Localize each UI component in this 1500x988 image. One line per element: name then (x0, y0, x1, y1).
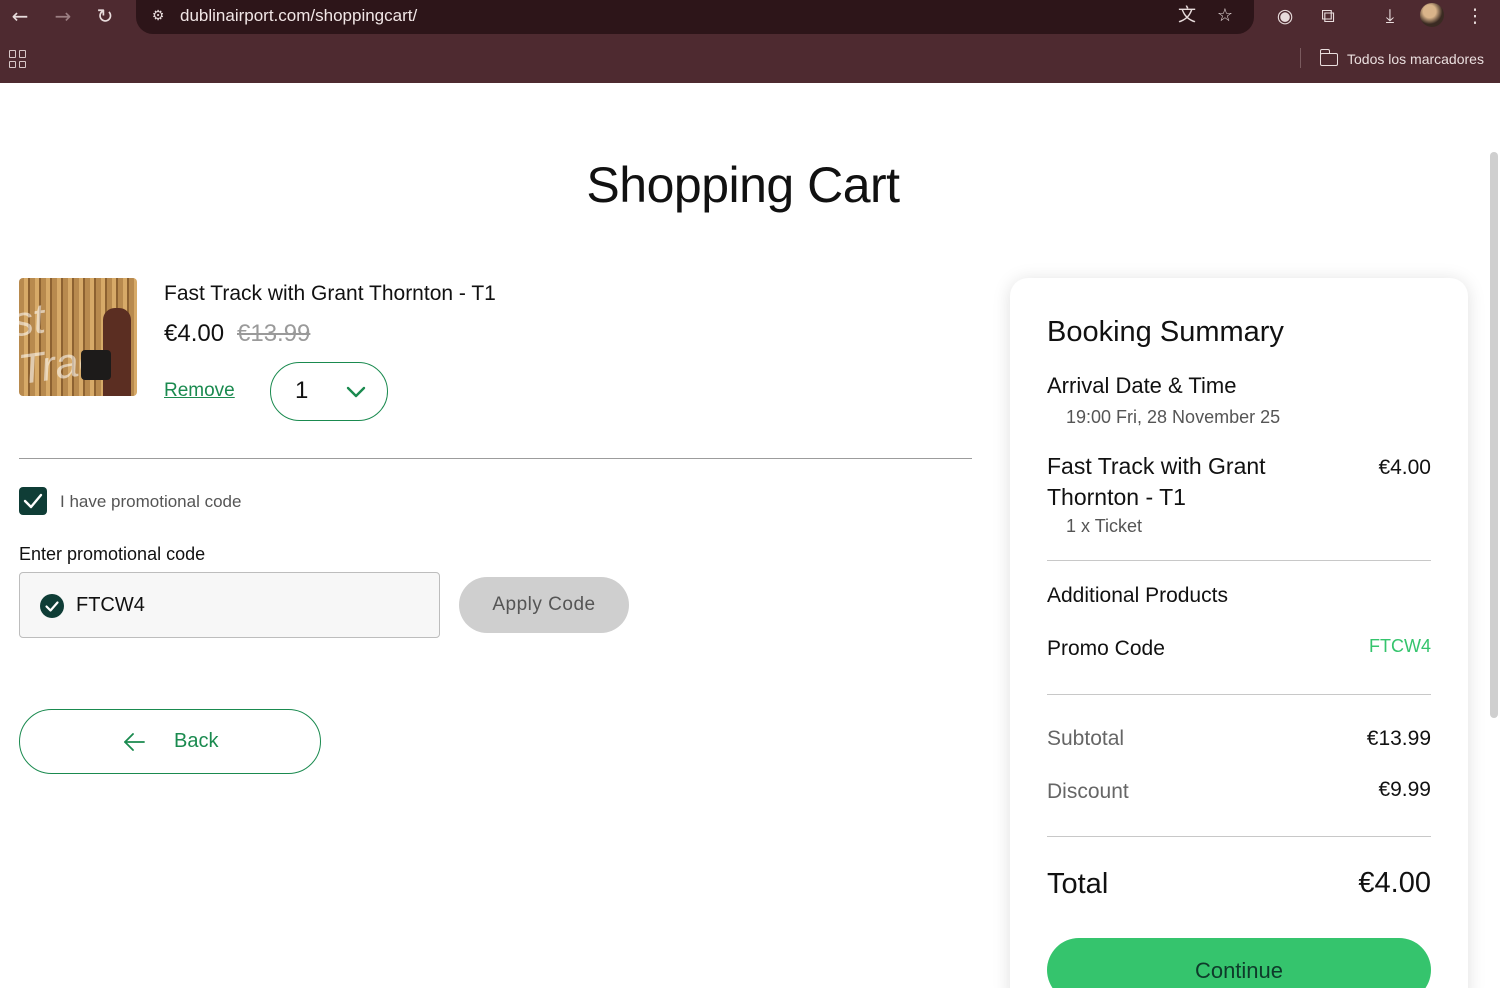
menu-icon[interactable]: ⋮ (1463, 4, 1487, 28)
apps-icon[interactable] (9, 50, 27, 68)
back-button[interactable]: Back (19, 709, 321, 774)
cart-divider (19, 458, 972, 459)
summary-title: Booking Summary (1047, 316, 1284, 348)
summary-divider (1047, 836, 1431, 837)
folder-icon (1319, 48, 1338, 66)
continue-button[interactable]: Continue (1047, 938, 1431, 988)
arrival-label: Arrival Date & Time (1047, 373, 1237, 398)
puzzle-icon[interactable]: ⧉ (1316, 4, 1340, 28)
avatar[interactable] (1420, 3, 1444, 27)
summary-item-name: Fast Track with Grant Thornton - T1 (1047, 453, 1266, 510)
star-icon[interactable]: ☆ (1214, 5, 1236, 27)
reload-icon[interactable]: ↻ (93, 4, 117, 28)
checkmark-icon (23, 493, 43, 509)
summary-item-qty: 1 x Ticket (1066, 516, 1143, 536)
bookmarks-divider (1300, 48, 1301, 68)
additional-products-label: Additional Products (1047, 584, 1228, 607)
subtotal-label: Subtotal (1047, 727, 1125, 750)
product-name: Fast Track with Grant Thornton - T1 (164, 282, 496, 305)
forward-icon[interactable]: → (51, 4, 75, 28)
total-label: Total (1047, 868, 1109, 900)
all-bookmarks[interactable]: Todos los marcadores (1319, 48, 1484, 70)
promo-code-label: Promo Code (1047, 637, 1165, 660)
remove-link[interactable]: Remove (164, 380, 235, 402)
extension-c-icon[interactable]: ◉ (1273, 4, 1297, 28)
promo-checkbox[interactable] (19, 487, 47, 515)
page-scrollbar[interactable] (1490, 152, 1498, 718)
promo-code-summary-value: FTCW4 (1369, 636, 1431, 656)
back-icon[interactable]: ← (8, 4, 32, 28)
translate-icon[interactable]: 文 (1176, 5, 1198, 27)
summary-divider (1047, 560, 1431, 561)
subtotal-value: €13.99 (1366, 727, 1431, 750)
arrow-left-icon (124, 733, 145, 751)
download-icon[interactable]: ⤓ (1378, 4, 1402, 28)
summary-divider (1047, 694, 1431, 695)
promo-code-input[interactable]: FTCW4 (19, 572, 440, 638)
check-circle-icon (40, 594, 64, 618)
promo-field-label: Enter promotional code (19, 544, 206, 564)
summary-item-price: €4.00 (1378, 456, 1431, 479)
discount-label: Discount (1047, 780, 1129, 803)
product-original-price: €13.99 (237, 320, 311, 347)
product-image: st Track (19, 278, 137, 396)
promo-code-value[interactable]: FTCW4 (76, 594, 145, 617)
booking-summary-card: Booking Summary Arrival Date & Time 19:0… (1010, 278, 1468, 988)
page-title: Shopping Cart (586, 157, 900, 213)
arrival-value: 19:00 Fri, 28 November 25 (1066, 407, 1281, 427)
url-text[interactable]: dublinairport.com/shoppingcart/ (180, 6, 417, 26)
promo-checkbox-label[interactable]: I have promotional code (60, 492, 241, 512)
quantity-value: 1 (295, 377, 309, 404)
total-value: €4.00 (1358, 867, 1431, 899)
address-bar[interactable]: ⚙ dublinairport.com/shoppingcart/ 文 ☆ (136, 0, 1254, 34)
quantity-select[interactable]: 1 (270, 362, 388, 421)
discount-value: €9.99 (1378, 778, 1431, 801)
apply-code-button[interactable]: Apply Code (459, 577, 629, 633)
chevron-down-icon (346, 386, 366, 398)
browser-toolbar: ← → ↻ ⚙ dublinairport.com/shoppingcart/ … (0, 0, 1500, 83)
back-button-label: Back (174, 730, 219, 752)
bookmarks-label: Todos los marcadores (1347, 51, 1484, 67)
product-price: €4.00 (164, 320, 225, 347)
site-info-icon[interactable]: ⚙ (148, 6, 168, 26)
